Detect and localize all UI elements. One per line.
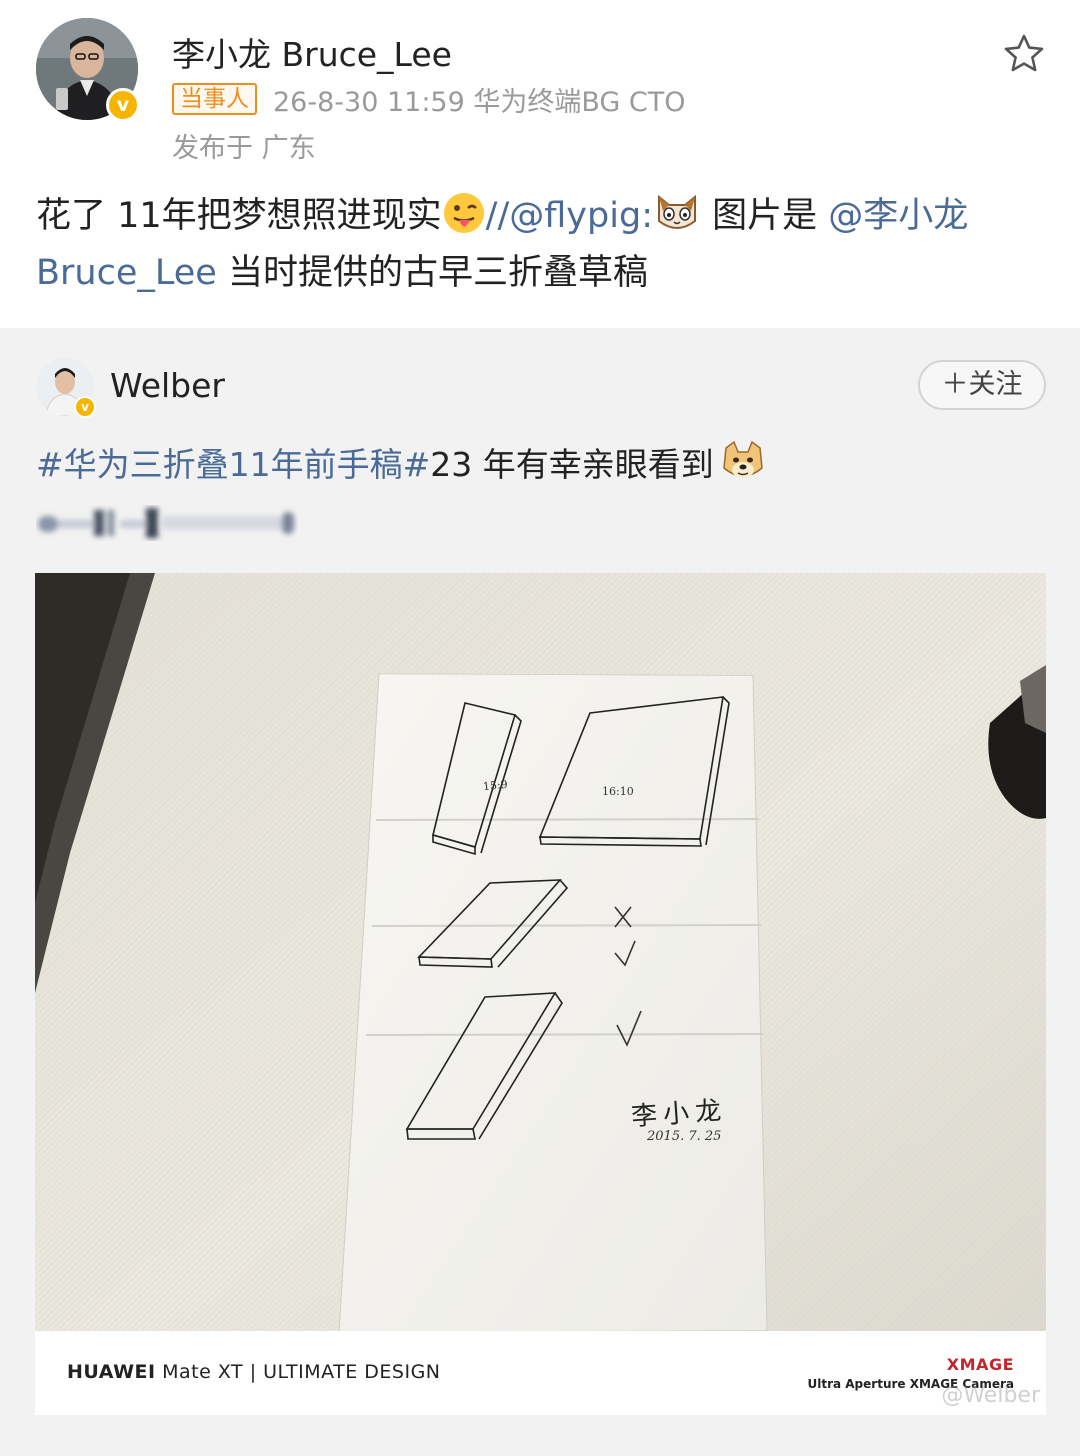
caption-model-text: Mate XT | ULTIMATE DESIGN (155, 1361, 441, 1383)
post-text-2: // (485, 196, 510, 236)
sketch-label-1: 15:9 (482, 777, 509, 794)
photo-caption: HUAWEI Mate XT | ULTIMATE DESIGN XMAGE U… (35, 1331, 1046, 1415)
sketch-label-2: 16:10 (602, 785, 634, 798)
star-icon[interactable] (1002, 32, 1046, 76)
blurred-link[interactable] (36, 504, 298, 542)
author-name[interactable]: 李小龙 Bruce_Lee (172, 28, 452, 76)
repost-card[interactable]: v Welber ＋关注 #华为三折叠11年前手稿#23 年有幸亲眼看到 15:… (0, 328, 1080, 1456)
caption-brand: HUAWEI (67, 1361, 156, 1383)
watermark: @Welber (941, 1383, 1040, 1408)
repost-body: #华为三折叠11年前手稿#23 年有幸亲眼看到 (36, 438, 766, 490)
doge-emoji (722, 440, 763, 478)
sketch-date: 2015. 7. 25 (647, 1129, 722, 1144)
author-avatar[interactable]: v (36, 18, 140, 122)
cat-emoji (657, 194, 696, 229)
role-badge: 当事人 (172, 83, 257, 115)
post-text-5: 当时提供的古早三折叠草稿 (216, 253, 648, 293)
follow-button[interactable]: ＋关注 (918, 360, 1046, 410)
post-time-source: 26-8-30 11:59 华为终端BG CTO (273, 86, 686, 118)
tongue-emoji (443, 193, 484, 233)
repost-author-name[interactable]: Welber (110, 366, 225, 405)
sketch-photo (35, 573, 1046, 1331)
mention-flypig[interactable]: @flypig (509, 196, 641, 236)
post-meta: 当事人 26-8-30 11:59 华为终端BG CTO (172, 82, 686, 118)
xmage-logo: XMAGE (946, 1355, 1014, 1374)
repost-verified-icon: v (74, 396, 96, 418)
repost-text: 23 年有幸亲眼看到 (430, 445, 714, 484)
topic-link[interactable]: #华为三折叠11年前手稿# (36, 445, 430, 484)
post-body: 花了 11年把梦想照进现实//@flypig: 图片是 @李小龙 Bruce_L… (36, 188, 1048, 302)
post-card: v 李小龙 Bruce_Lee 当事人 26-8-30 11:59 华为终端BG… (0, 0, 1080, 328)
post-location: 发布于 广东 (172, 133, 316, 164)
post-text-4: 图片是 (700, 196, 829, 236)
repost-photo[interactable]: 15:9 16:10 李小龙 2015. 7. 25 HUAWEI Mate X… (35, 573, 1046, 1415)
signature: 李小龙 (630, 1095, 729, 1133)
post-text-3: : (641, 196, 653, 236)
caption-model: HUAWEI Mate XT | ULTIMATE DESIGN (67, 1361, 441, 1383)
post-text-1: 花了 11年把梦想照进现实 (36, 196, 442, 236)
verified-icon: v (106, 88, 140, 122)
